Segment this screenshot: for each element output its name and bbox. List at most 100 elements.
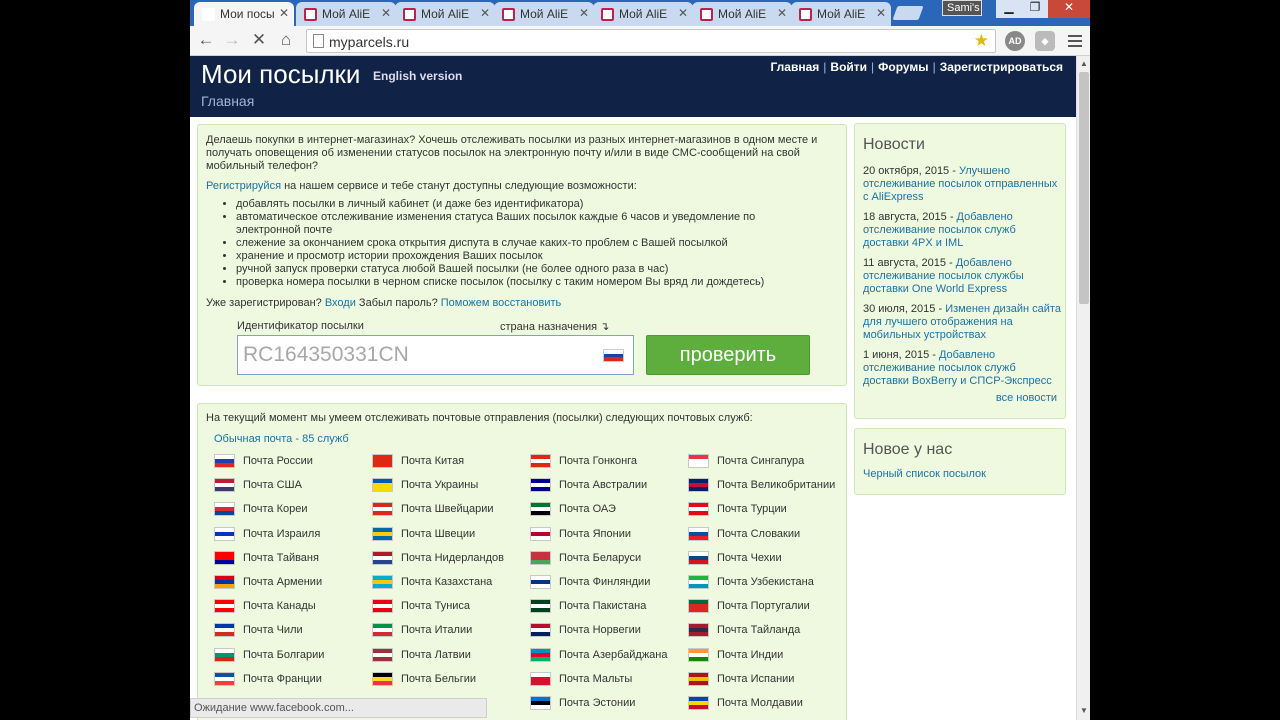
flag-icon [688, 623, 709, 638]
close-icon[interactable]: ✕ [1048, 0, 1090, 18]
postal-service-name: Почта Китая [401, 455, 465, 467]
tab-aliexpress[interactable]: Мой AliE ✕ [296, 2, 396, 26]
flag-icon [372, 526, 393, 541]
postal-service-name: Почта Молдавии [717, 697, 803, 709]
tab-close-icon[interactable]: ✕ [678, 6, 688, 20]
postal-service-name: Почта Италии [401, 624, 473, 637]
flag-icon [688, 671, 709, 686]
destination-country-label[interactable]: страна назначения ↴ [500, 320, 609, 333]
maximize-icon[interactable]: ❐ [1022, 0, 1048, 18]
site-title[interactable]: Мои посылки [201, 59, 360, 90]
stop-loading-icon[interactable]: ✕ [248, 30, 270, 52]
news-date: 18 августа, 2015 - [863, 211, 957, 223]
blacklist-link[interactable]: Черный список посылок [863, 468, 986, 480]
forward-arrow-icon[interactable]: → [221, 30, 243, 52]
nav-register-link[interactable]: Зарегистрироваться [940, 60, 1063, 74]
nav-login-link[interactable]: Войти [830, 60, 867, 74]
forgot-question: Забыл пароль? [355, 297, 441, 309]
new-with-us-box: Новое у нас Черный список посылок [854, 428, 1066, 495]
login-link[interactable]: Входи [325, 297, 356, 309]
postal-service-name: Почта Португалии [717, 600, 810, 613]
feature-list: добавлять посылки в личный кабинет (и да… [236, 198, 806, 289]
postal-service-name: Почта Швейцарии [401, 503, 494, 516]
flag-icon [688, 502, 709, 517]
flag-icon [214, 623, 235, 638]
nav-forums-link[interactable]: Форумы [878, 60, 928, 74]
address-bar[interactable]: myparcels.ru ★ [306, 29, 996, 53]
flag-icon [214, 550, 235, 565]
scrollbar-thumb[interactable] [1079, 72, 1089, 304]
page-icon [313, 34, 324, 48]
postal-service-name: Почта Тайваня [243, 551, 319, 564]
page-viewport: Мои посылки English version Главная Глав… [190, 56, 1076, 720]
restore-password-link[interactable]: Поможем восстановить [441, 297, 562, 309]
status-bar: Ожидание www.facebook.com... [190, 698, 487, 718]
regular-post-link[interactable]: Обычная почта - 85 служб [214, 433, 349, 445]
postal-service-name: Почта Бельгии [401, 672, 477, 685]
postal-service-name: Почта Азербайджана [559, 648, 668, 661]
tab-favicon [202, 8, 215, 21]
tab-close-icon[interactable]: ✕ [279, 6, 289, 20]
all-news-link[interactable]: все новости [996, 392, 1057, 404]
flag-icon [214, 671, 235, 686]
postal-service-name: Почта Франции [243, 672, 322, 685]
tab-aliexpress[interactable]: Мой AliE ✕ [494, 2, 594, 26]
postal-service-name: Почта Индии [717, 648, 784, 661]
postal-service-name: Почта Австралии [559, 479, 648, 492]
register-link[interactable]: Регистрируйся [206, 180, 281, 192]
register-line: Регистрируйся на нашем сервисе и тебе ст… [206, 180, 841, 193]
tab-close-icon[interactable]: ✕ [777, 6, 787, 20]
flag-icon [372, 502, 393, 517]
new-tab-button[interactable] [892, 6, 924, 20]
site-header: Мои посылки English version Главная Глав… [190, 56, 1076, 117]
postal-service-name: Почта Швеции [401, 527, 476, 540]
shield-extension-icon[interactable]: ◈ [1035, 31, 1055, 51]
postal-service-name: Почта Финляндии [559, 576, 651, 588]
minimize-icon[interactable]: ▁ [996, 0, 1022, 18]
news-date: 11 августа, 2015 - [863, 257, 956, 269]
home-icon[interactable]: ⌂ [275, 30, 297, 52]
nav-home-link[interactable]: Главная [770, 60, 819, 74]
postal-service-name: Почта Армении [243, 576, 323, 588]
login-line: Уже зарегистрирован? Входи Забыл пароль?… [206, 297, 561, 310]
postal-service-name: Почта Словакии [717, 527, 801, 540]
profile-badge[interactable]: Sami's [942, 0, 982, 16]
tab-strip: Мои посы ✕ Мой AliE ✕ Мой AliE ✕ Мой Ali… [190, 0, 1090, 26]
flag-icon [530, 526, 551, 541]
flag-icon [688, 647, 709, 662]
menu-icon[interactable] [1068, 35, 1082, 50]
tab-aliexpress[interactable]: Мой AliE ✕ [593, 2, 693, 26]
back-arrow-icon[interactable]: ← [195, 30, 217, 52]
vertical-scrollbar[interactable]: ▲ ▼ [1076, 56, 1090, 720]
bookmark-star-icon[interactable]: ★ [974, 31, 989, 51]
tab-close-icon[interactable]: ✕ [480, 6, 490, 20]
flag-icon [372, 478, 393, 493]
scroll-down-icon[interactable]: ▼ [1080, 706, 1088, 715]
postal-service-name: Почта ОАЭ [559, 503, 616, 516]
tab-title: Мои посы [220, 7, 275, 21]
scroll-up-icon[interactable]: ▲ [1080, 59, 1088, 68]
postal-service-name: Почта Чехии [717, 551, 782, 564]
tab-myparcels[interactable]: Мои посы ✕ [194, 2, 294, 26]
extension-icon[interactable]: AD [1005, 31, 1025, 51]
postal-service-name: Почта Тайланда [717, 624, 801, 637]
check-button[interactable]: проверить [646, 335, 810, 375]
tracking-number-input[interactable] [237, 335, 634, 375]
tab-title: Мой AliE [619, 7, 668, 21]
postal-service-name: Почта Болгарии [243, 648, 325, 661]
russia-flag-icon[interactable] [603, 349, 624, 362]
flag-icon [688, 550, 709, 565]
services-intro: На текущий момент мы умеем отслеживать п… [206, 412, 753, 424]
english-version-link[interactable]: English version [373, 69, 462, 83]
postal-service-name: Почта Израиля [243, 527, 321, 540]
tab-aliexpress[interactable]: Мой AliE ✕ [395, 2, 495, 26]
feature-item: слежение за окончанием срока открытия ди… [236, 237, 806, 250]
tab-aliexpress[interactable]: Мой AliE ✕ [791, 2, 891, 26]
tab-close-icon[interactable]: ✕ [876, 6, 886, 20]
tab-close-icon[interactable]: ✕ [381, 6, 391, 20]
flag-icon [372, 599, 393, 614]
tab-close-icon[interactable]: ✕ [579, 6, 589, 20]
postal-service-name: Почта Гонконга [559, 455, 638, 467]
tab-aliexpress[interactable]: Мой AliE ✕ [692, 2, 792, 26]
postal-service-name: Почта Японии [559, 527, 631, 540]
